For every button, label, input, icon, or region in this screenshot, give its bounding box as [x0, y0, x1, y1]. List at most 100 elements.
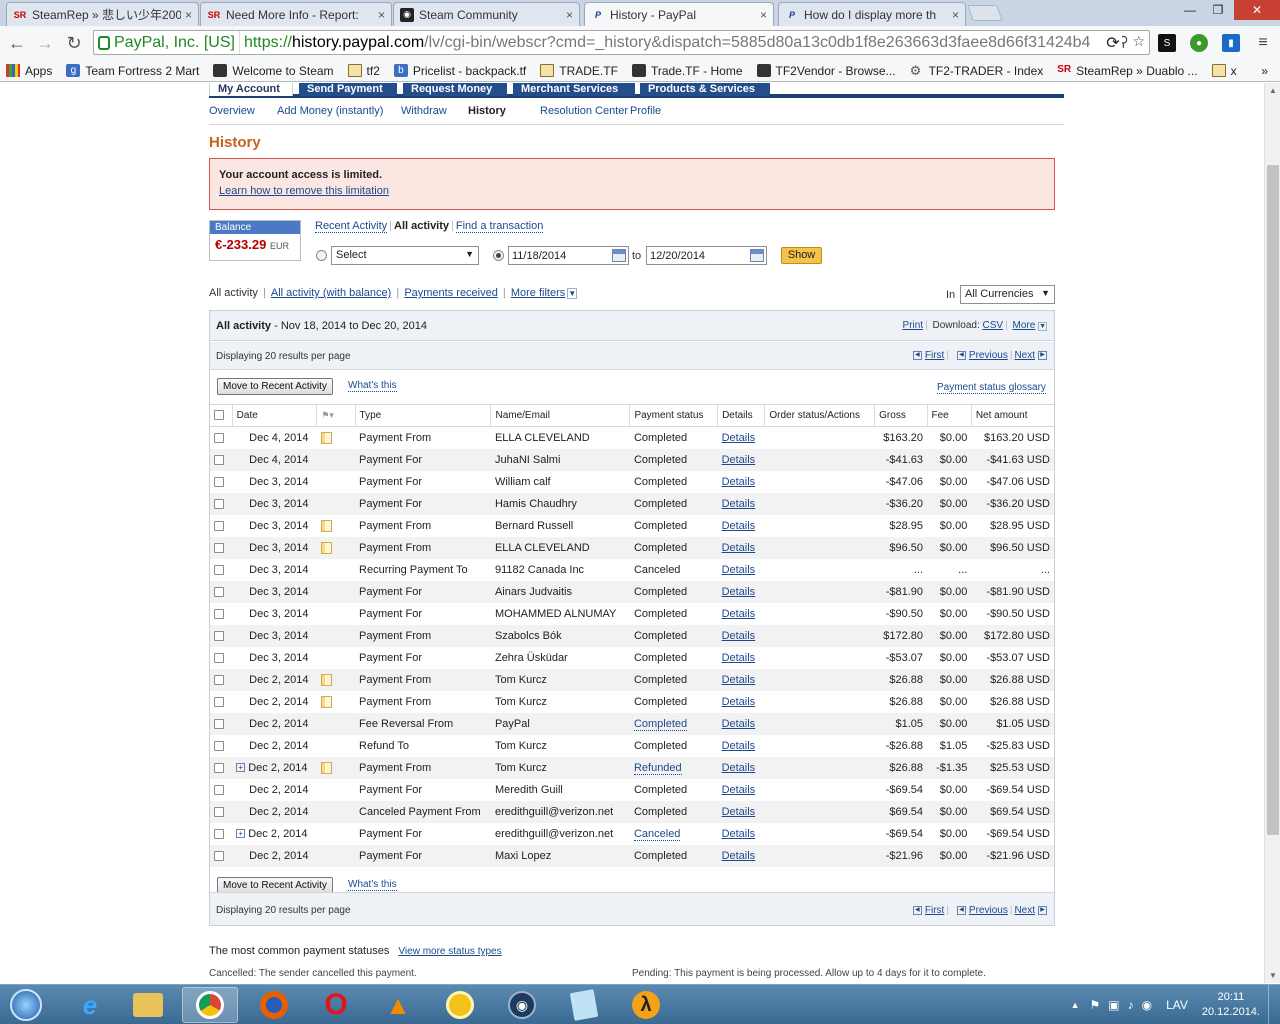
whats-this-link-top[interactable]: What's this: [348, 380, 397, 392]
first-page-icon[interactable]: ◀: [912, 905, 922, 915]
row-details-link[interactable]: Details: [722, 652, 756, 664]
date-range-radio[interactable]: [493, 250, 504, 261]
note-icon[interactable]: [320, 761, 332, 774]
volume-icon[interactable]: ♪: [1128, 998, 1134, 1012]
find-transaction-link[interactable]: Find a transaction: [455, 220, 544, 233]
col-date[interactable]: Date: [231, 404, 317, 427]
subnav-history[interactable]: History: [468, 105, 506, 117]
row-details-link[interactable]: Details: [722, 542, 756, 554]
address-bar[interactable]: PayPal, Inc. [US] https://history.paypal…: [93, 30, 1150, 55]
row-details-link[interactable]: Details: [722, 630, 756, 642]
row-details-link[interactable]: Details: [722, 718, 756, 730]
nav-merchant-services[interactable]: Merchant Services: [513, 83, 635, 96]
nav-send-payment[interactable]: Send Payment: [299, 83, 397, 96]
row-checkbox[interactable]: [214, 850, 224, 861]
taskbar-chrome-canary[interactable]: [432, 987, 488, 1023]
close-window-button[interactable]: ✕: [1234, 0, 1280, 20]
row-checkbox[interactable]: [214, 476, 224, 487]
row-details-link[interactable]: Details: [722, 564, 756, 576]
taskbar-notepad[interactable]: [556, 987, 612, 1023]
bookmark-folder-tradetf[interactable]: TRADE.TF: [540, 64, 618, 78]
note-icon[interactable]: [320, 541, 332, 554]
calendar-icon[interactable]: [750, 249, 764, 262]
show-button[interactable]: Show: [781, 247, 822, 264]
tab-paypal-history[interactable]: P History - PayPal ×: [584, 2, 774, 26]
page-scrollbar[interactable]: ▲ ▼: [1264, 83, 1280, 983]
type-select[interactable]: Select ▼: [331, 246, 479, 265]
row-checkbox[interactable]: [214, 784, 224, 795]
green-extension-icon[interactable]: ●: [1190, 34, 1208, 52]
row-details-link[interactable]: Details: [722, 454, 756, 466]
row-checkbox[interactable]: [214, 718, 224, 729]
clock[interactable]: 20:11 20.12.2014.: [1202, 990, 1260, 1020]
steam-extension-icon[interactable]: S: [1158, 34, 1176, 52]
action-center-flag-icon[interactable]: ⚑: [1089, 998, 1100, 1012]
row-details-link[interactable]: Details: [722, 586, 756, 598]
previous-page-icon[interactable]: ◀: [956, 905, 966, 915]
ev-certificate-badge[interactable]: PayPal, Inc. [US]: [94, 31, 240, 54]
tab-close-icon[interactable]: ×: [760, 8, 767, 22]
move-to-recent-button-top[interactable]: Move to Recent Activity: [217, 378, 333, 395]
scroll-down-arrow-icon[interactable]: ▼: [1269, 971, 1277, 980]
next-page-link[interactable]: Next: [1014, 350, 1035, 361]
next-page-icon[interactable]: ▶: [1038, 350, 1047, 360]
taskbar-vlc[interactable]: ▲: [370, 987, 426, 1023]
bookmark-backpack[interactable]: b Pricelist - backpack.tf: [393, 64, 526, 78]
taskbar-steam[interactable]: ◉: [494, 987, 550, 1023]
first-page-link[interactable]: First: [925, 905, 944, 916]
tab-close-icon[interactable]: ×: [566, 8, 573, 22]
chrome-menu-icon[interactable]: ≡: [1254, 34, 1272, 52]
note-icon[interactable]: [320, 519, 332, 532]
steam-tray-icon[interactable]: ◉: [1142, 998, 1152, 1012]
back-arrow-icon[interactable]: ←: [6, 32, 28, 54]
nav-my-account[interactable]: My Account: [209, 83, 293, 96]
maximize-button[interactable]: ❐: [1204, 0, 1232, 20]
row-details-link[interactable]: Details: [722, 762, 756, 774]
reload-icon[interactable]: ↻: [63, 32, 85, 54]
payment-status-glossary-link[interactable]: Payment status glossary: [937, 382, 1046, 394]
print-link[interactable]: Print: [903, 320, 924, 331]
nav-request-money[interactable]: Request Money: [403, 83, 507, 96]
row-checkbox[interactable]: [214, 454, 224, 465]
tab-steam-community[interactable]: ◉ Steam Community ×: [393, 2, 580, 26]
tab-close-icon[interactable]: ×: [185, 8, 192, 22]
bookmark-apps[interactable]: Apps: [6, 64, 52, 78]
taskbar-file-explorer[interactable]: [120, 987, 176, 1023]
minimize-button[interactable]: —: [1176, 0, 1204, 20]
note-icon[interactable]: [320, 695, 332, 708]
network-icon[interactable]: ▣: [1108, 998, 1119, 1012]
remove-limitation-link[interactable]: Learn how to remove this limitation: [219, 185, 1045, 197]
nav-products-services[interactable]: Products & Services: [640, 83, 770, 96]
row-checkbox[interactable]: [214, 586, 224, 597]
row-details-link[interactable]: Details: [722, 696, 756, 708]
col-name-email[interactable]: Name/Email: [490, 404, 630, 427]
taskbar-internet-explorer[interactable]: e: [62, 987, 118, 1023]
row-payment-status[interactable]: Canceled: [633, 827, 681, 841]
previous-page-link[interactable]: Previous: [969, 905, 1008, 916]
row-checkbox[interactable]: [214, 696, 224, 707]
from-date-input[interactable]: 11/18/2014: [508, 246, 629, 265]
tab-close-icon[interactable]: ×: [952, 8, 959, 22]
row-details-link[interactable]: Details: [722, 850, 756, 862]
tab-paypal-help[interactable]: P How do I display more th ×: [778, 2, 966, 26]
chart-extension-icon[interactable]: ▮: [1222, 34, 1240, 52]
new-tab-button[interactable]: [967, 5, 1003, 21]
whats-this-link-bottom[interactable]: What's this: [348, 879, 397, 891]
tab-steamrep-2[interactable]: SR Need More Info - Report: ×: [200, 2, 392, 26]
row-checkbox[interactable]: [214, 652, 224, 663]
row-checkbox[interactable]: [214, 608, 224, 619]
language-indicator[interactable]: LAV: [1166, 998, 1188, 1012]
bookmarks-overflow-icon[interactable]: »: [1261, 64, 1268, 78]
col-type[interactable]: Type: [354, 404, 491, 427]
col-flag[interactable]: ⚑▾: [316, 404, 356, 427]
more-link[interactable]: More: [1012, 320, 1035, 331]
sync-extension-icon[interactable]: ⟳: [1104, 34, 1122, 52]
row-checkbox[interactable]: [214, 828, 224, 839]
expand-plus-icon[interactable]: +: [236, 829, 246, 839]
previous-page-icon[interactable]: ◀: [956, 350, 966, 360]
subnav-withdraw[interactable]: Withdraw: [401, 105, 447, 117]
show-desktop-button[interactable]: [1268, 985, 1280, 1024]
forward-arrow-icon[interactable]: →: [34, 32, 56, 54]
row-details-link[interactable]: Details: [722, 608, 756, 620]
row-details-link[interactable]: Details: [722, 674, 756, 686]
